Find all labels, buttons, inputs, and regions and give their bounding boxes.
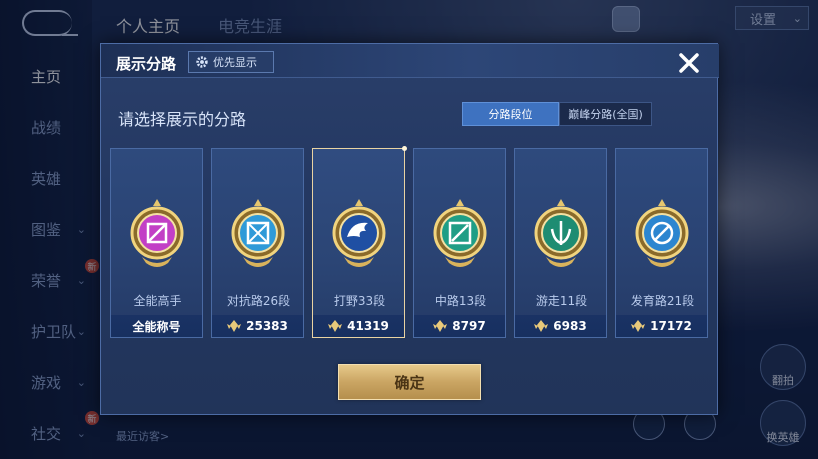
lane-card-jungle[interactable]: 打野33段 41319 (312, 146, 407, 338)
lane-card-roam[interactable]: 游走11段 6983 (514, 148, 607, 338)
all-round-title-text: 全能称号 (132, 319, 181, 334)
all-round-emblem-icon (130, 199, 184, 267)
lane-rank-label: 中路13段 (434, 294, 487, 308)
rank-points-value: 17172 (650, 319, 692, 333)
rank-points-icon (534, 320, 549, 332)
lane-card-mid-lane[interactable]: 中路13段 8797 (413, 148, 506, 338)
priority-display-label: 优先显示 (213, 56, 257, 69)
select-lane-prompt: 请选择展示的分路 (118, 110, 247, 129)
tab-peak-lane-national[interactable]: 巅峰分路(全国) (559, 102, 652, 126)
lane-rank-label: 全能高手 (133, 294, 182, 308)
priority-display-button[interactable]: 优先显示 (188, 51, 274, 73)
gear-icon (196, 56, 208, 68)
score-bar: 17172 (616, 315, 707, 337)
lane-card-all-round[interactable]: 全能高手 全能称号 (110, 148, 203, 338)
mid-lane-emblem-icon (433, 199, 487, 267)
rank-points-icon (227, 320, 242, 332)
rank-points-value: 25383 (246, 319, 288, 333)
lane-rank-label: 对抗路26段 (226, 294, 291, 308)
score-bar: 6983 (515, 315, 606, 337)
score-bar: 25383 (212, 315, 303, 337)
dialog-header: 展示分路 优先显示 (101, 44, 719, 78)
rank-points-value: 41319 (347, 319, 389, 333)
jungle-emblem-icon (332, 199, 386, 267)
close-icon[interactable] (675, 49, 703, 77)
lane-card-farm-lane[interactable]: 发育路21段 17172 (615, 148, 708, 338)
rank-points-icon (631, 320, 646, 332)
lane-rank-label: 发育路21段 (630, 294, 695, 308)
title-bar: 全能称号 (111, 315, 202, 337)
roam-emblem-icon (534, 199, 588, 267)
selected-corner-marker (402, 146, 407, 151)
rank-points-icon (328, 320, 343, 332)
score-bar: 8797 (414, 315, 505, 337)
rank-points-value: 8797 (452, 319, 486, 333)
lane-rank-label: 打野33段 (333, 294, 386, 308)
confirm-button[interactable]: 确定 (338, 364, 481, 400)
score-bar: 41319 (313, 315, 404, 337)
rank-points-icon (433, 320, 448, 332)
tab-lane-rank[interactable]: 分路段位 (462, 102, 559, 126)
dialog-title: 展示分路 (116, 55, 177, 73)
lane-card-clash-lane[interactable]: 对抗路26段 25383 (211, 148, 304, 338)
rank-points-value: 6983 (553, 319, 587, 333)
lane-display-dialog: 展示分路 优先显示 请选择展示的分路 分路段位 巅峰分路(全国) 全能高手 全能… (100, 43, 719, 415)
clash-lane-emblem-icon (231, 199, 285, 267)
farm-lane-emblem-icon (635, 199, 689, 267)
lane-rank-label: 游走11段 (535, 294, 588, 308)
